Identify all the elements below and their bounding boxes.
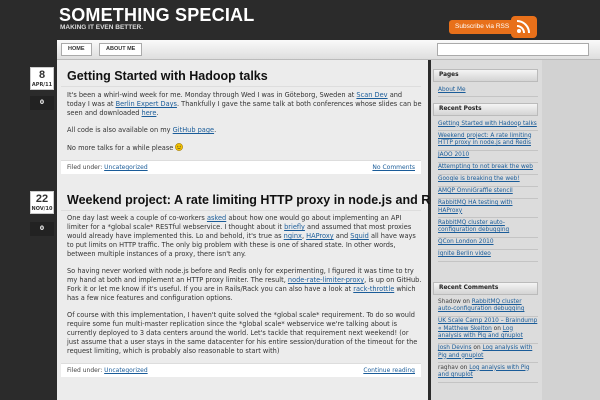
post-link[interactable]: here: [142, 109, 157, 117]
post-paragraph: It's been a whirl-wind week for me. Mond…: [67, 91, 422, 117]
post-day: 8: [38, 69, 46, 81]
post-month: APR/11: [31, 82, 53, 88]
post-paragraph: No more talks for a while please: [67, 143, 422, 153]
recent-post-link[interactable]: Getting Started with Hadoop talks: [438, 121, 537, 127]
nav-home[interactable]: Home: [61, 43, 92, 56]
recent-post-link[interactable]: Weekend project: A rate limiting HTTP pr…: [438, 133, 532, 147]
post-body: It's been a whirl-wind week for me. Mond…: [67, 91, 422, 161]
post-day: 22: [35, 193, 49, 205]
post-month: NOV/10: [31, 206, 53, 212]
post-paragraph: All code is also available on my GitHub …: [67, 126, 217, 134]
list-item: Josh Devins on Log analysis with Pig and…: [438, 344, 538, 363]
post-date-badge: 8 APR/11: [30, 67, 54, 90]
list-item: Ignite Berlin video: [438, 250, 538, 262]
recent-post-link[interactable]: QCon London 2010: [438, 239, 494, 245]
sidebar-secondary-column: [542, 60, 600, 400]
github-link[interactable]: GitHub page: [173, 126, 214, 134]
nav-about-me[interactable]: About Me: [99, 43, 143, 56]
widget-title-pages: Pages: [433, 69, 538, 82]
recent-post-link[interactable]: Ignite Berlin video: [438, 251, 491, 257]
post-title[interactable]: Getting Started with Hadoop talks: [67, 69, 268, 83]
recent-posts-list: Getting Started with Hadoop talks Weeken…: [438, 119, 538, 262]
recent-post-link[interactable]: Attempting to not break the web: [438, 164, 533, 170]
title-divider: [61, 86, 421, 87]
page-link[interactable]: About Me: [438, 87, 466, 93]
post-footer: Filed under: Uncategorized No Comments: [61, 160, 421, 174]
recent-comments-list: Shadow on RabbitMQ cluster auto-configur…: [438, 297, 538, 383]
list-item: UK Scale Camp 2010 – Braindump « Matthew…: [438, 317, 538, 344]
post-paragraph: One day last week a couple of co-workers…: [67, 214, 416, 258]
comment-count-badge[interactable]: 0: [30, 96, 54, 110]
recent-post-link[interactable]: Google is breaking the web!: [438, 176, 520, 182]
list-item: QCon London 2010: [438, 238, 538, 250]
site-tagline: MAKING IT EVEN BETTER.: [60, 24, 144, 31]
post-title[interactable]: Weekend project: A rate limiting HTTP pr…: [67, 193, 455, 207]
rss-feed-icon[interactable]: [511, 16, 537, 38]
post-link[interactable]: Berlin Expert Days: [116, 100, 177, 108]
site-title[interactable]: SOMETHING SPECIAL: [59, 5, 254, 26]
pages-list: About Me: [438, 85, 538, 97]
post-body: One day last week a couple of co-workers…: [67, 214, 422, 364]
search-input[interactable]: [437, 43, 589, 56]
post-link[interactable]: briefly: [284, 223, 305, 231]
comment-author: Shadow: [438, 298, 461, 305]
list-item: About Me: [438, 85, 538, 97]
post-paragraph: Of course with this implementation, I ha…: [67, 311, 418, 355]
list-item: RabbitMQ cluster auto-configuration debu…: [438, 218, 538, 238]
post-link[interactable]: Scan Dev: [356, 91, 387, 99]
comment-author: raghav: [438, 364, 459, 371]
post-link[interactable]: rack-throttle: [353, 285, 394, 293]
post-link[interactable]: Squid: [350, 232, 369, 240]
list-item: Shadow on RabbitMQ cluster auto-configur…: [438, 297, 538, 317]
recent-post-link[interactable]: JAOO 2010: [438, 152, 469, 158]
comment-author-link[interactable]: UK Scale Camp 2010 – Braindump « Matthew…: [438, 318, 537, 332]
post-paragraph: So having never worked with node.js befo…: [67, 267, 422, 302]
widget-title-recent-comments: Recent Comments: [433, 282, 538, 295]
nav-bar: Home About Me: [57, 40, 600, 60]
list-item: Weekend project: A rate limiting HTTP pr…: [438, 131, 538, 151]
list-item: Attempting to not break the web: [438, 163, 538, 175]
post-link[interactable]: node-rate-limiter-proxy: [288, 276, 364, 284]
list-item: Getting Started with Hadoop talks: [438, 119, 538, 131]
category-link[interactable]: Uncategorized: [104, 164, 147, 171]
continue-reading-link[interactable]: Continue reading: [363, 364, 415, 378]
post-footer: Filed under: Uncategorized Continue read…: [61, 363, 421, 377]
smiley-icon: [175, 143, 184, 152]
comment-count-badge[interactable]: 0: [30, 222, 54, 236]
list-item: JAOO 2010: [438, 151, 538, 163]
post-link[interactable]: asked: [207, 214, 226, 222]
recent-post-link[interactable]: AMQP OmniGraffle stencil: [438, 188, 513, 194]
site-header: SOMETHING SPECIAL MAKING IT EVEN BETTER.…: [0, 0, 600, 40]
list-item: AMQP OmniGraffle stencil: [438, 187, 538, 199]
category-link[interactable]: Uncategorized: [104, 367, 147, 374]
widget-title-recent-posts: Recent Posts: [433, 103, 538, 116]
list-item: Google is breaking the web!: [438, 175, 538, 187]
list-item: raghav on Log analysis with Pig and gnup…: [438, 363, 538, 383]
post-link[interactable]: nginx: [284, 232, 302, 240]
recent-post-link[interactable]: RabbitMQ HA testing with HAProxy: [438, 200, 513, 214]
comment-author-link[interactable]: Josh Devins: [438, 345, 472, 351]
comments-link[interactable]: No Comments: [372, 161, 415, 175]
list-item: RabbitMQ HA testing with HAProxy: [438, 199, 538, 218]
title-divider: [61, 210, 421, 211]
post-date-badge: 22 NOV/10: [30, 191, 54, 214]
recent-post-link[interactable]: RabbitMQ cluster auto-configuration debu…: [438, 220, 509, 234]
post-link[interactable]: HAProxy: [306, 232, 334, 240]
